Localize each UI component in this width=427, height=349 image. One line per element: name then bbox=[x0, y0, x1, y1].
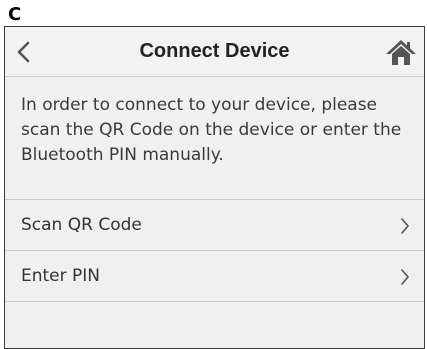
navigation-bar: Connect Device bbox=[5, 27, 424, 77]
list-item-label: Scan QR Code bbox=[21, 215, 142, 235]
panel-label: C bbox=[8, 4, 22, 25]
home-icon bbox=[386, 40, 416, 65]
enter-pin-item[interactable]: Enter PIN bbox=[5, 251, 424, 302]
home-button[interactable] bbox=[384, 37, 418, 67]
phone-screen: Connect Device In order to connect to yo… bbox=[4, 26, 425, 349]
chevron-right-icon bbox=[401, 218, 409, 234]
scan-qr-code-item[interactable]: Scan QR Code bbox=[5, 200, 424, 251]
chevron-right-icon bbox=[401, 269, 409, 285]
page-title: Connect Device bbox=[139, 40, 290, 62]
list-item-label: Enter PIN bbox=[21, 266, 101, 286]
instructions-text: In order to connect to your device, plea… bbox=[21, 95, 402, 165]
options-list: Scan QR Code Enter PIN bbox=[5, 199, 424, 302]
